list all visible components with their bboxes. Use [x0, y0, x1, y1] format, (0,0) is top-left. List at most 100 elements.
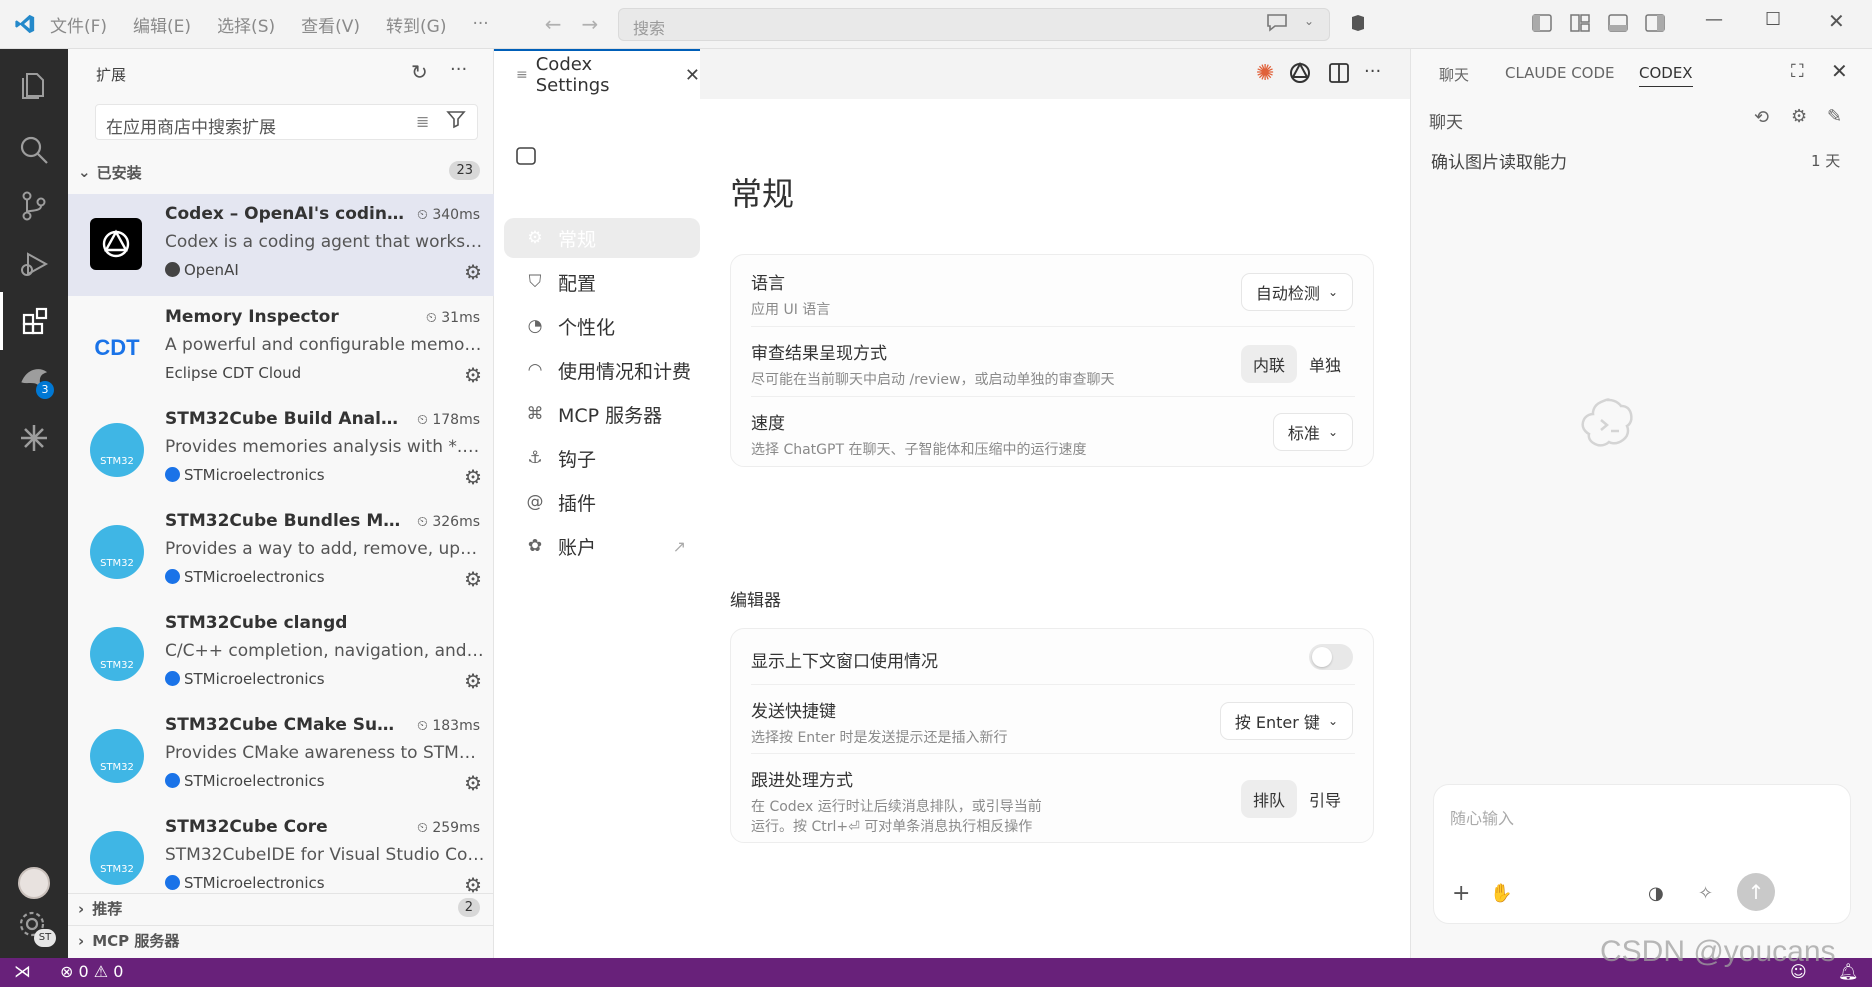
followup-steer-option[interactable]: 引导 — [1297, 780, 1353, 818]
extension-item-memory-inspector[interactable]: CDT Memory Inspector ⏲ 31ms A powerful a… — [68, 297, 494, 399]
manage-gear-icon[interactable]: ⚙ — [464, 363, 482, 387]
notifications-bell-icon[interactable]: 🔔︎ — [1838, 962, 1858, 981]
manage-gear-icon[interactable]: ⚙ — [464, 567, 482, 591]
openai-icon[interactable] — [1288, 61, 1312, 89]
more-actions-icon[interactable]: ··· — [450, 59, 467, 80]
chat-input[interactable]: 随心输入 — [1450, 805, 1514, 829]
menu-view[interactable]: 查看(V) — [301, 12, 360, 37]
setting-title: 显示上下文窗口使用情况 — [751, 652, 938, 672]
extension-item-cmake-support[interactable]: STM32 STM32Cube CMake Supp... ⏲ 183ms Pr… — [68, 705, 494, 807]
chevron-down-icon: ⌄ — [78, 163, 91, 181]
split-editor-icon[interactable] — [1328, 62, 1350, 88]
close-tab-icon[interactable]: ✕ — [685, 65, 700, 86]
close-panel-icon[interactable]: ✕ — [1831, 59, 1848, 83]
stm32-logo-icon: STM32 — [90, 525, 144, 579]
clear-filter-icon[interactable]: ≣ — [416, 112, 429, 131]
chevron-down-icon[interactable]: ⌄ — [1304, 14, 1314, 28]
toggle-sidebar-icon[interactable] — [516, 147, 536, 169]
settings-gear-icon[interactable]: ⚙ — [1791, 106, 1807, 127]
mcp-label: MCP 服务器 — [92, 932, 180, 950]
nav-usage-billing[interactable]: ◠ 使用情况和计费 — [504, 350, 700, 390]
chat-thread-title[interactable]: 确认图片读取能力 — [1431, 148, 1567, 173]
new-chat-icon[interactable]: ✎ — [1827, 106, 1842, 127]
stm32-icon[interactable]: 3 — [0, 351, 68, 409]
extension-name: Codex – OpenAI's coding ... — [165, 204, 405, 224]
explorer-icon[interactable] — [0, 55, 68, 113]
recommended-section-header[interactable]: › 推荐 2 — [68, 893, 494, 923]
speed-dropdown[interactable]: 标准 ⌄ — [1272, 413, 1353, 451]
forward-arrow-icon[interactable]: → — [581, 12, 598, 36]
manage-gear-icon[interactable]: ⚙ — [464, 669, 482, 693]
language-dropdown[interactable]: 自动检测 ⌄ — [1240, 273, 1353, 311]
history-icon[interactable]: ⟲ — [1754, 107, 1769, 128]
general-settings-card: 语言 应用 UI 语言 自动检测 ⌄ 审查结果呈现方式 尽可能在当前聊天中启动 /… — [730, 254, 1374, 467]
copilot-icon[interactable] — [1348, 13, 1368, 38]
menu-edit[interactable]: 编辑(E) — [133, 12, 191, 37]
nav-account[interactable]: ✿ 账户 ↗ — [504, 526, 700, 566]
search-icon[interactable] — [0, 121, 68, 179]
menu-go[interactable]: 转到(G) — [386, 12, 446, 37]
problems-indicator[interactable]: ⊗ 0 ⚠ 0 — [60, 962, 123, 981]
manage-gear-icon[interactable]: ST — [0, 897, 68, 955]
nav-hooks[interactable]: ⚓ 钩子 — [504, 438, 700, 478]
maximize-icon[interactable]: ☐ — [1765, 9, 1781, 30]
refresh-icon[interactable]: ↻ — [411, 60, 428, 84]
menu-file[interactable]: 文件(F) — [50, 12, 107, 37]
send-button[interactable]: ↑ — [1737, 873, 1775, 911]
codex-spark-icon[interactable] — [0, 409, 68, 467]
tab-codex-settings[interactable]: ≡ Codex Settings ✕ — [494, 49, 700, 99]
back-arrow-icon[interactable]: ← — [545, 12, 562, 36]
extension-item-bundles-manager[interactable]: STM32 STM32Cube Bundles Man... ⏲ 326ms P… — [68, 501, 494, 603]
tab-codex[interactable]: CODEX — [1639, 64, 1693, 87]
sparkle-icon[interactable]: ✧ — [1698, 883, 1713, 904]
extension-item-clangd[interactable]: STM32 STM32Cube clangd C/C++ completion,… — [68, 603, 494, 705]
extension-item-stm32cube-core[interactable]: STM32 STM32Cube Core ⏲ 259ms STM32CubeID… — [68, 807, 494, 893]
nav-mcp-servers[interactable]: ⌘ MCP 服务器 — [504, 394, 700, 434]
menu-more[interactable]: ··· — [472, 14, 488, 34]
toggle-primary-sidebar-icon[interactable] — [1532, 14, 1552, 37]
review-separate-option[interactable]: 单独 — [1297, 345, 1353, 383]
manage-gear-icon[interactable]: ⚙ — [464, 771, 482, 795]
toggle-panel-icon[interactable] — [1608, 14, 1628, 37]
extension-item-codex[interactable]: Codex – OpenAI's coding ... ⏲ 340ms Code… — [68, 194, 494, 296]
context-usage-toggle[interactable] — [1309, 644, 1353, 670]
minimize-icon[interactable]: — — [1705, 9, 1723, 30]
extension-description: Provides CMake awareness to STM32... — [165, 743, 485, 763]
dropdown-value: 标准 — [1287, 424, 1320, 443]
recommended-count-badge: 2 — [457, 898, 480, 917]
claude-spark-icon[interactable]: ✺ — [1256, 61, 1274, 86]
filter-icon[interactable] — [446, 109, 466, 134]
extensions-icon[interactable] — [0, 292, 68, 350]
remote-indicator-icon[interactable]: ⋊ — [14, 962, 31, 982]
customize-layout-icon[interactable] — [1570, 14, 1590, 37]
manage-gear-icon[interactable]: ⚙ — [464, 465, 482, 489]
send-shortcut-dropdown[interactable]: 按 Enter 键 ⌄ — [1219, 702, 1353, 740]
copilot-chat-icon[interactable] — [1265, 12, 1289, 37]
verified-icon — [165, 671, 180, 686]
manage-gear-icon[interactable]: ⚙ — [464, 260, 482, 284]
settings-badge: ST — [34, 929, 56, 947]
hand-icon[interactable]: ✋ — [1490, 883, 1512, 904]
add-context-icon[interactable]: + — [1452, 881, 1470, 906]
run-debug-icon[interactable] — [0, 235, 68, 293]
close-window-icon[interactable]: ✕ — [1828, 9, 1845, 33]
tab-claude-code[interactable]: CLAUDE CODE — [1505, 64, 1615, 82]
more-actions-icon[interactable]: ··· — [1364, 61, 1381, 82]
followup-queue-option[interactable]: 排队 — [1240, 780, 1297, 818]
review-inline-option[interactable]: 内联 — [1240, 345, 1297, 383]
maximize-panel-icon[interactable]: ⛶ — [1791, 61, 1804, 82]
toggle-secondary-sidebar-icon[interactable] — [1645, 14, 1665, 37]
menu-selection[interactable]: 选择(S) — [217, 12, 275, 37]
extension-item-build-analyzer[interactable]: STM32 STM32Cube Build Analyzer ⏲ 178ms P… — [68, 399, 494, 501]
nav-general[interactable]: ⚙ 常规 — [504, 218, 700, 258]
command-center-search[interactable]: 搜索 — [618, 8, 1330, 41]
nav-plugins[interactable]: @ 插件 — [504, 482, 700, 522]
installed-section-header[interactable]: ⌄ 已安装 23 — [68, 157, 494, 187]
nav-personalization[interactable]: ◔ 个性化 — [504, 306, 700, 346]
nav-config[interactable]: ⛉ 配置 — [504, 262, 700, 302]
manage-gear-icon[interactable]: ⚙ — [464, 873, 482, 893]
tab-chat[interactable]: 聊天 — [1439, 64, 1469, 85]
model-reasoning-icon[interactable]: ◑ — [1648, 883, 1664, 904]
mcp-section-header[interactable]: › MCP 服务器 — [68, 925, 494, 955]
source-control-icon[interactable] — [0, 177, 68, 235]
